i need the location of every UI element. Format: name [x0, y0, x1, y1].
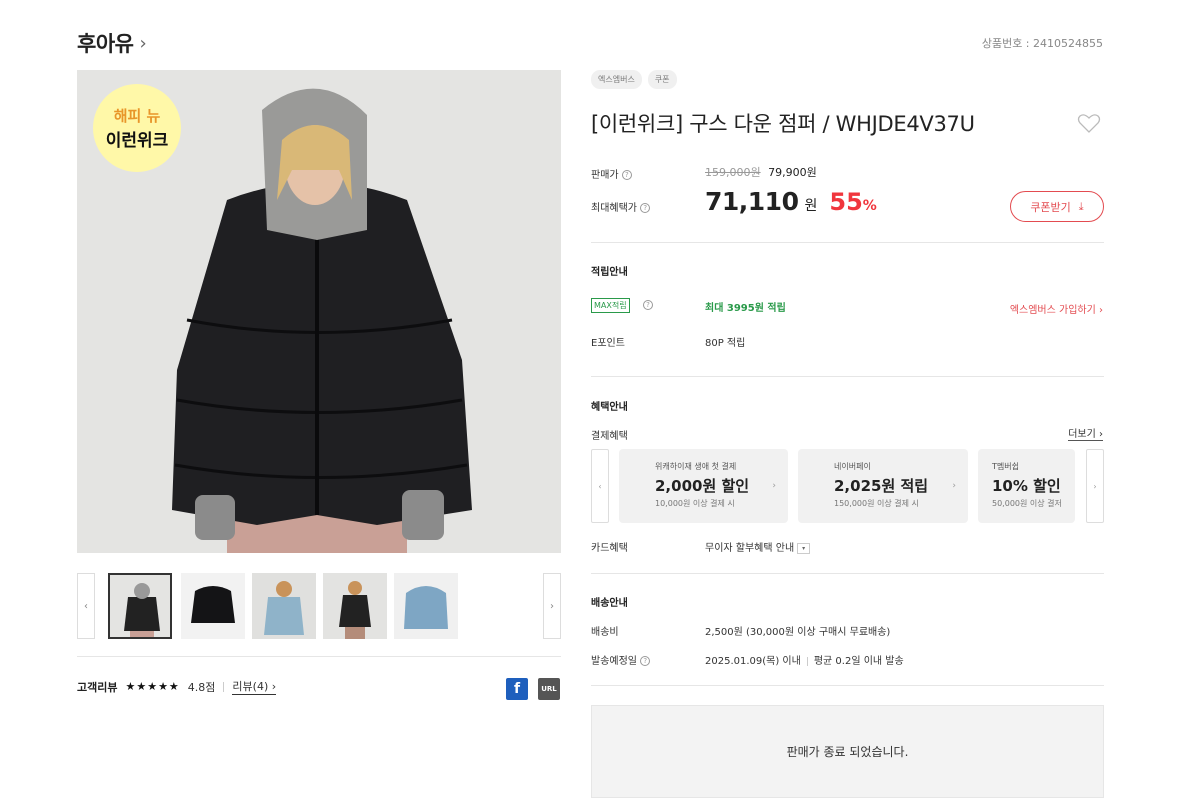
facebook-share-icon[interactable]: f [506, 678, 528, 700]
thumbnail-4[interactable] [323, 573, 387, 639]
thumb-next-button[interactable]: › [543, 573, 561, 639]
thumbnail-3[interactable] [252, 573, 316, 639]
sold-out-notice: 판매가 종료 되었습니다. [591, 705, 1104, 798]
heart-icon[interactable] [1077, 112, 1101, 134]
chevron-right-icon: › [772, 481, 776, 491]
benefit-card-title: 네이버페이 [834, 462, 871, 471]
promo-badge-line2: 이런위크 [105, 131, 169, 151]
brand-name: 후아유 [77, 32, 134, 56]
separator [223, 681, 225, 692]
benefit-card[interactable]: 위캐하이재 생애 첫 결제 2,000원 할인 10,000원 이상 결제 시 … [619, 449, 788, 523]
max-points-value: 최대 3995원 적립 [705, 303, 786, 314]
thumbnail-2[interactable] [181, 573, 245, 639]
review-label: 고객리뷰 [77, 680, 118, 694]
max-benefit-price: 71,110 원 55% [705, 187, 877, 216]
sale-price: 79,900원 [768, 166, 817, 179]
benefit-card-title: 위캐하이재 생애 첫 결제 [655, 462, 737, 471]
promo-badge: 해피 뉴 이런위크 [93, 84, 181, 172]
tag-xmembers: 엑스엠버스 [591, 70, 642, 89]
benefit-card-title: T멤버쉽 [992, 462, 1019, 471]
xmembers-join-link[interactable]: 엑스엠버스 가입하기 › [1010, 301, 1103, 316]
coupon-label: 쿠폰받기 [1030, 200, 1071, 214]
main-product-image: 해피 뉴 이런위크 [77, 70, 561, 553]
benefit-card[interactable]: T멤버쉽 10% 할인 50,000원 이상 결저 [978, 449, 1075, 523]
max-points-badge: MAX적립 [591, 298, 630, 313]
card-benefit-value[interactable]: 무이자 할부혜택 안내 ▾ [705, 539, 811, 554]
benefit-card-main: 2,025원 적립 [834, 477, 929, 495]
benefit-card-main: 10% 할인 [992, 477, 1061, 495]
divider [77, 656, 561, 657]
separator [806, 656, 808, 666]
brand-link[interactable]: 후아유 › [77, 28, 147, 58]
ship-date: 2025.01.09(목) 이내 평균 0.2일 이내 발송 [705, 652, 904, 667]
carousel-prev-button[interactable]: ‹ [591, 449, 609, 523]
original-price: 159,000원 [705, 166, 761, 179]
divider [591, 573, 1104, 574]
payment-benefit-carousel: ‹ 위캐하이재 생애 첫 결제 2,000원 할인 10,000원 이상 결제 … [591, 449, 1104, 523]
benefit-card[interactable]: 네이버페이 2,025원 적립 150,000원 이상 결제 시 › [798, 449, 968, 523]
download-icon: ⤓ [1078, 199, 1084, 213]
won-unit: 원 [804, 198, 818, 214]
thumbnail-1[interactable] [108, 573, 172, 639]
carousel-next-button[interactable]: › [1086, 449, 1104, 523]
promo-badge-line1: 해피 뉴 [113, 107, 161, 125]
shipping-section-title: 배송안내 [591, 598, 628, 609]
review-summary: 고객리뷰 ★★★★★ 4.8점 리뷰(4) › [77, 678, 277, 695]
shipping-fee-label: 배송비 [591, 627, 619, 638]
ship-date-value: 2025.01.09(목) 이내 [705, 656, 801, 667]
help-icon[interactable]: ? [640, 203, 651, 213]
chevron-right-icon: › [952, 481, 956, 491]
ship-date-label: 발송예정일 ? [591, 652, 651, 667]
benefit-card-main: 2,000원 할인 [655, 477, 750, 495]
max-price-value: 71,110 [705, 187, 799, 216]
benefits-section-title: 혜택안내 [591, 402, 628, 413]
card-benefit-label: 카드혜택 [591, 543, 628, 554]
chevron-right-icon: › [139, 32, 147, 54]
coupon-download-button[interactable]: 쿠폰받기 ⤓ [1010, 191, 1104, 222]
tag-list: 엑스엠버스 쿠폰 [591, 70, 677, 89]
review-link[interactable]: 리뷰(4) › [232, 678, 277, 695]
thumbnail-5[interactable] [394, 573, 458, 639]
thumb-prev-button[interactable]: ‹ [77, 573, 95, 639]
price-original: 159,000원 79,900원 [705, 164, 817, 180]
discount-rate: 55% [829, 188, 877, 216]
max-benefit-label: 최대혜택가 ? [591, 199, 651, 214]
ship-avg-value: 평균 0.2일 이내 발송 [813, 656, 904, 667]
review-score: 4.8점 [187, 680, 216, 694]
benefit-card-sub: 10,000원 이상 결제 시 [655, 499, 735, 508]
benefit-card-sub: 150,000원 이상 결제 시 [834, 499, 919, 508]
more-link[interactable]: 더보기 › [1068, 425, 1103, 441]
product-number: 상품번호 : 2410524855 [981, 37, 1103, 50]
help-icon[interactable]: ? [640, 656, 651, 666]
divider [591, 376, 1104, 377]
divider [591, 242, 1104, 243]
product-title: [이런위크] 구스 다운 점퍼 / WHJDE4V37U [591, 112, 975, 136]
help-icon[interactable]: ? [643, 300, 653, 310]
help-icon[interactable]: ? [621, 170, 632, 180]
benefit-card-sub: 50,000원 이상 결저 [992, 499, 1062, 508]
epoint-value: 80P 적립 [705, 338, 746, 349]
url-copy-icon[interactable]: URL [538, 678, 560, 700]
sale-price-label: 판매가 ? [591, 166, 632, 181]
divider [591, 685, 1104, 686]
epoint-label: E포인트 [591, 338, 625, 349]
payment-benefit-label: 결제혜택 [591, 431, 628, 442]
points-section-title: 적립안내 [591, 267, 628, 278]
shipping-fee-value: 2,500원 (30,000원 이상 구매시 무료배송) [705, 627, 891, 638]
tag-coupon: 쿠폰 [647, 70, 677, 89]
thumbnail-carousel: ‹ › [77, 573, 561, 639]
star-rating-icon: ★★★★★ [125, 680, 180, 693]
chevron-down-icon: ▾ [797, 542, 811, 554]
